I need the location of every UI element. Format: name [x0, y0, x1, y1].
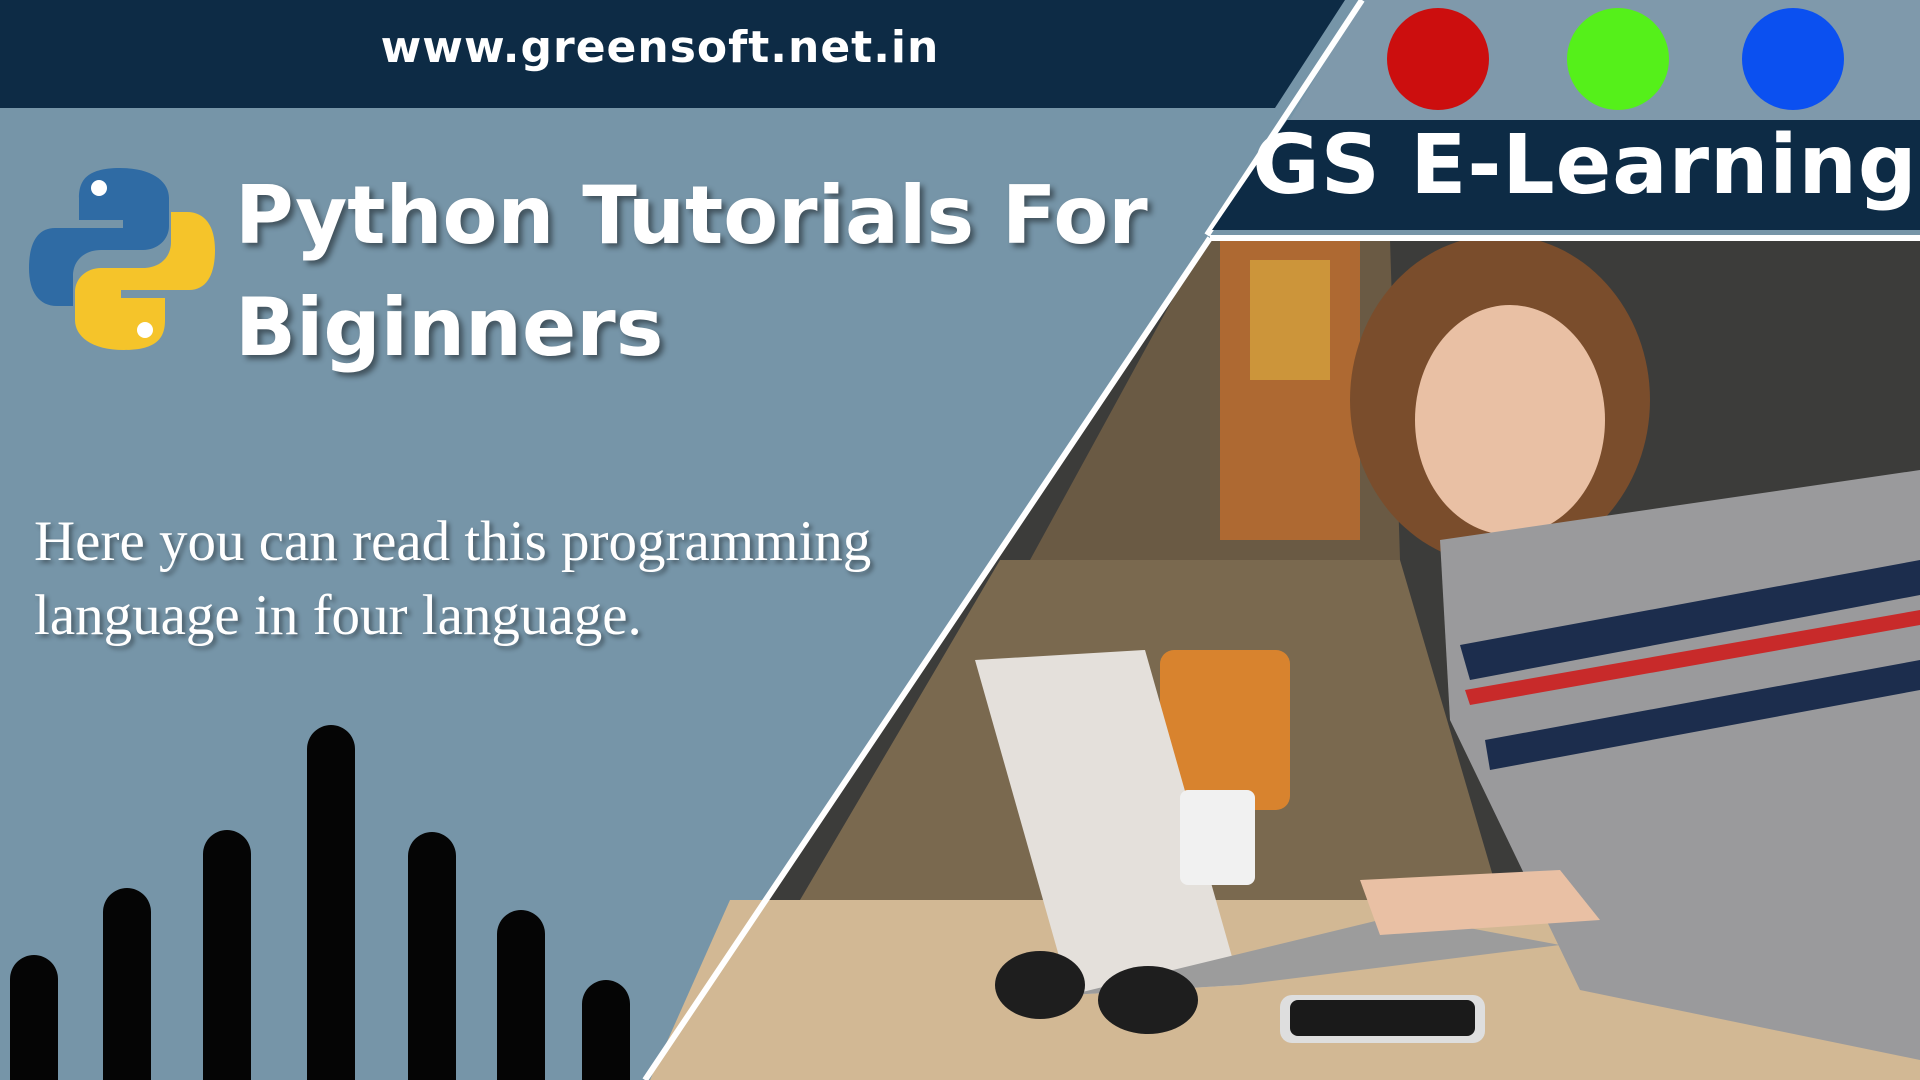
audio-bar: [582, 980, 630, 1080]
audio-bar: [408, 832, 456, 1080]
brand-name: GS E-Learning: [1252, 118, 1918, 213]
audio-bar: [103, 888, 151, 1080]
audio-bar: [10, 955, 58, 1080]
title-line-2: Biginners: [235, 281, 664, 374]
python-logo-icon: [29, 168, 215, 350]
thumbnail-canvas: www.greensoft.net.in GS E-Learning Pytho…: [0, 0, 1920, 1080]
title-line-1: Python Tutorials For: [235, 169, 1148, 262]
description-line-2: language in four language.: [34, 584, 642, 647]
green-dot: [1567, 8, 1669, 110]
page-title: Python Tutorials For Biginners: [235, 160, 1148, 384]
red-dot: [1387, 8, 1489, 110]
audio-bar: [203, 830, 251, 1080]
audio-bar: [497, 910, 545, 1080]
blue-dot: [1742, 8, 1844, 110]
description-text: Here you can read this programming langu…: [34, 505, 984, 653]
description-line-1: Here you can read this programming: [34, 510, 872, 573]
audio-bar: [307, 725, 355, 1080]
website-url[interactable]: www.greensoft.net.in: [340, 22, 980, 73]
